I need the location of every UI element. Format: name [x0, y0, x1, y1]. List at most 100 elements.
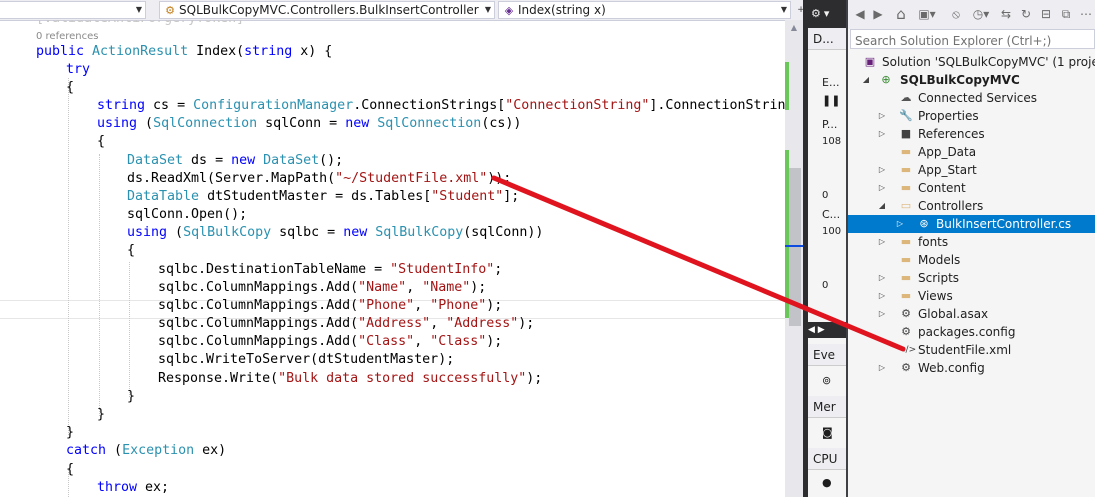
dock-events-tab[interactable]: Eve: [808, 344, 848, 366]
code-token: );: [486, 334, 503, 349]
code-line: using (SqlBulkCopy sqlbc = new SqlBulkCo…: [127, 224, 543, 242]
collapsed-arrow-icon[interactable]: ▷: [894, 215, 906, 233]
code-area[interactable]: [ValidateAntiForgeryToken]0 referencespu…: [0, 20, 785, 497]
collapsed-arrow-icon[interactable]: ▷: [876, 161, 888, 179]
references-icon: ■: [900, 127, 912, 140]
vertical-scrollbar[interactable]: ▲: [785, 20, 803, 497]
tree-item-fonts[interactable]: ▷ ▬ fonts: [848, 233, 1095, 251]
pause-icon[interactable]: ❚❚: [822, 94, 840, 107]
dock-tab[interactable]: D...: [808, 28, 848, 50]
sync-icon[interactable]: ⇆: [998, 5, 1014, 23]
code-token: SqlConnection: [153, 116, 266, 131]
tree-item-packages-config[interactable]: ⚙ packages.config: [848, 323, 1095, 341]
back-icon[interactable]: ◀: [852, 5, 868, 23]
code-token: ds =: [191, 153, 232, 168]
tree-item-scripts[interactable]: ▷ ▬ Scripts: [848, 269, 1095, 287]
pin-icon[interactable]: ▾: [824, 7, 830, 20]
code-token: new: [231, 153, 264, 168]
code-token: (: [145, 116, 154, 131]
tree-item-project[interactable]: ◢ ⊕ SQLBulkCopyMVC: [848, 71, 1095, 89]
class-dropdown[interactable]: ⚙ SQLBulkCopyMVC.Controllers.BulkInsertCo…: [159, 1, 495, 19]
config-file-icon: ⚙: [901, 325, 911, 338]
code-token: ));: [487, 171, 512, 186]
history-icon[interactable]: ◷▾: [968, 5, 994, 23]
xml-file-icon: </>: [898, 345, 917, 355]
tree-item-bulkinsertcontroller[interactable]: ▷ ⊛ BulkInsertController.cs: [848, 215, 1095, 233]
tree-item-controllers[interactable]: ◢ ▭ Controllers: [848, 197, 1095, 215]
code-line: sqlbc.ColumnMappings.Add("Name", "Name")…: [158, 279, 486, 297]
dock-memory-tab[interactable]: Mer: [808, 396, 848, 418]
tree-item-global-asax[interactable]: ▷ ⚙ Global.asax: [848, 305, 1095, 323]
tree-item-views[interactable]: ▷ ▬ Views: [848, 287, 1095, 305]
collapsed-arrow-icon[interactable]: ▷: [876, 179, 888, 197]
class-icon: ⚙: [165, 4, 175, 17]
tree-item-connected-services[interactable]: ☁ Connected Services: [848, 89, 1095, 107]
pending-changes-icon[interactable]: ⦸: [948, 5, 964, 23]
tree-item-web-config[interactable]: ▷ ⚙ Web.config: [848, 359, 1095, 377]
code-token: {: [66, 462, 75, 477]
home-icon[interactable]: ⌂: [892, 5, 910, 23]
code-token: );: [518, 316, 535, 331]
code-token: "StudentInfo": [390, 262, 495, 277]
switch-views-icon[interactable]: ▣▾: [914, 5, 940, 23]
search-events-icon[interactable]: ⊚: [822, 374, 831, 387]
code-token: ;: [494, 262, 503, 277]
tree-item-models[interactable]: ▬ Models: [848, 251, 1095, 269]
refresh-icon[interactable]: ↻: [1018, 5, 1034, 23]
dock-scroll-arrows[interactable]: ◀ ▶: [808, 322, 848, 338]
collapsed-arrow-icon[interactable]: ▷: [876, 287, 888, 305]
expanded-arrow-icon[interactable]: ◢: [860, 71, 872, 89]
collapsed-arrow-icon[interactable]: ▷: [876, 305, 888, 323]
member-name: Index(string x): [518, 3, 606, 17]
dock-cpu-tab[interactable]: CPU: [808, 448, 848, 470]
collapse-all-icon[interactable]: ⊟: [1038, 5, 1054, 23]
csharp-file-icon: ⊛: [919, 217, 929, 230]
camera-icon[interactable]: ◙: [822, 426, 833, 439]
code-token: new: [343, 225, 376, 240]
scrollbar-thumb[interactable]: [789, 168, 801, 326]
collapsed-arrow-icon[interactable]: ▷: [876, 125, 888, 143]
settings-icon[interactable]: ⚙: [811, 7, 821, 20]
project-dropdown[interactable]: ▼: [0, 1, 146, 19]
code-token: "Phone": [358, 298, 415, 313]
code-token: sqlbc =: [279, 225, 344, 240]
tree-item-properties[interactable]: ▷ 🔧 Properties: [848, 107, 1095, 125]
code-token: ];: [503, 189, 520, 204]
code-editor[interactable]: ▼ ⚙ SQLBulkCopyMVC.Controllers.BulkInsert…: [0, 0, 808, 497]
code-token: "ConnectionString": [505, 98, 650, 113]
properties-icon[interactable]: ⋯: [1078, 5, 1094, 23]
code-line: {: [127, 242, 135, 260]
tree-item-references[interactable]: ▷ ■ References: [848, 125, 1095, 143]
code-token: );: [486, 298, 503, 313]
collapsed-arrow-icon[interactable]: ▷: [876, 269, 888, 287]
solution-search-box[interactable]: [850, 29, 1095, 50]
diagnostic-tools-panel: ⚙ ▾ D... E... ❚❚ P... 108 0 C... 100 0 ◀ …: [808, 0, 848, 497]
tree-item-content[interactable]: ▷ ▬ Content: [848, 179, 1095, 197]
forward-icon[interactable]: ▶: [870, 5, 886, 23]
tree-item-studentfile-xml[interactable]: </> StudentFile.xml: [848, 341, 1095, 359]
tree-item-app-data[interactable]: ▬ App_Data: [848, 143, 1095, 161]
search-input[interactable]: [851, 32, 1095, 50]
code-token: ();: [319, 153, 344, 168]
chevron-down-icon: ▼: [135, 5, 142, 14]
code-token: (cs)): [481, 116, 522, 131]
code-token: "Name": [358, 280, 407, 295]
expanded-arrow-icon[interactable]: ◢: [876, 197, 888, 215]
collapsed-arrow-icon[interactable]: ▷: [876, 359, 888, 377]
method-icon: ◈: [504, 4, 514, 17]
collapsed-arrow-icon[interactable]: ▷: [876, 233, 888, 251]
code-token: ,: [414, 334, 431, 349]
code-token: Index(: [196, 44, 245, 59]
tree-item-app-start[interactable]: ▷ ▬ App_Start: [848, 161, 1095, 179]
scroll-up-icon[interactable]: ▲: [785, 20, 803, 36]
record-icon[interactable]: ●: [822, 476, 832, 489]
code-token: dtStudentMaster = ds.Tables[: [207, 189, 432, 204]
code-line: {: [66, 461, 74, 479]
member-dropdown[interactable]: ◈ Index(string x) ▼: [498, 1, 791, 19]
tree-item-solution[interactable]: ▣ Solution 'SQLBulkCopyMVC' (1 project): [848, 53, 1095, 71]
collapsed-arrow-icon[interactable]: ▷: [876, 107, 888, 125]
code-token: SqlBulkCopy: [183, 225, 280, 240]
code-line: DataTable dtStudentMaster = ds.Tables["S…: [127, 188, 519, 206]
show-all-files-icon[interactable]: ⧉: [1058, 5, 1074, 23]
dock-cpu-label: C...: [822, 208, 841, 221]
